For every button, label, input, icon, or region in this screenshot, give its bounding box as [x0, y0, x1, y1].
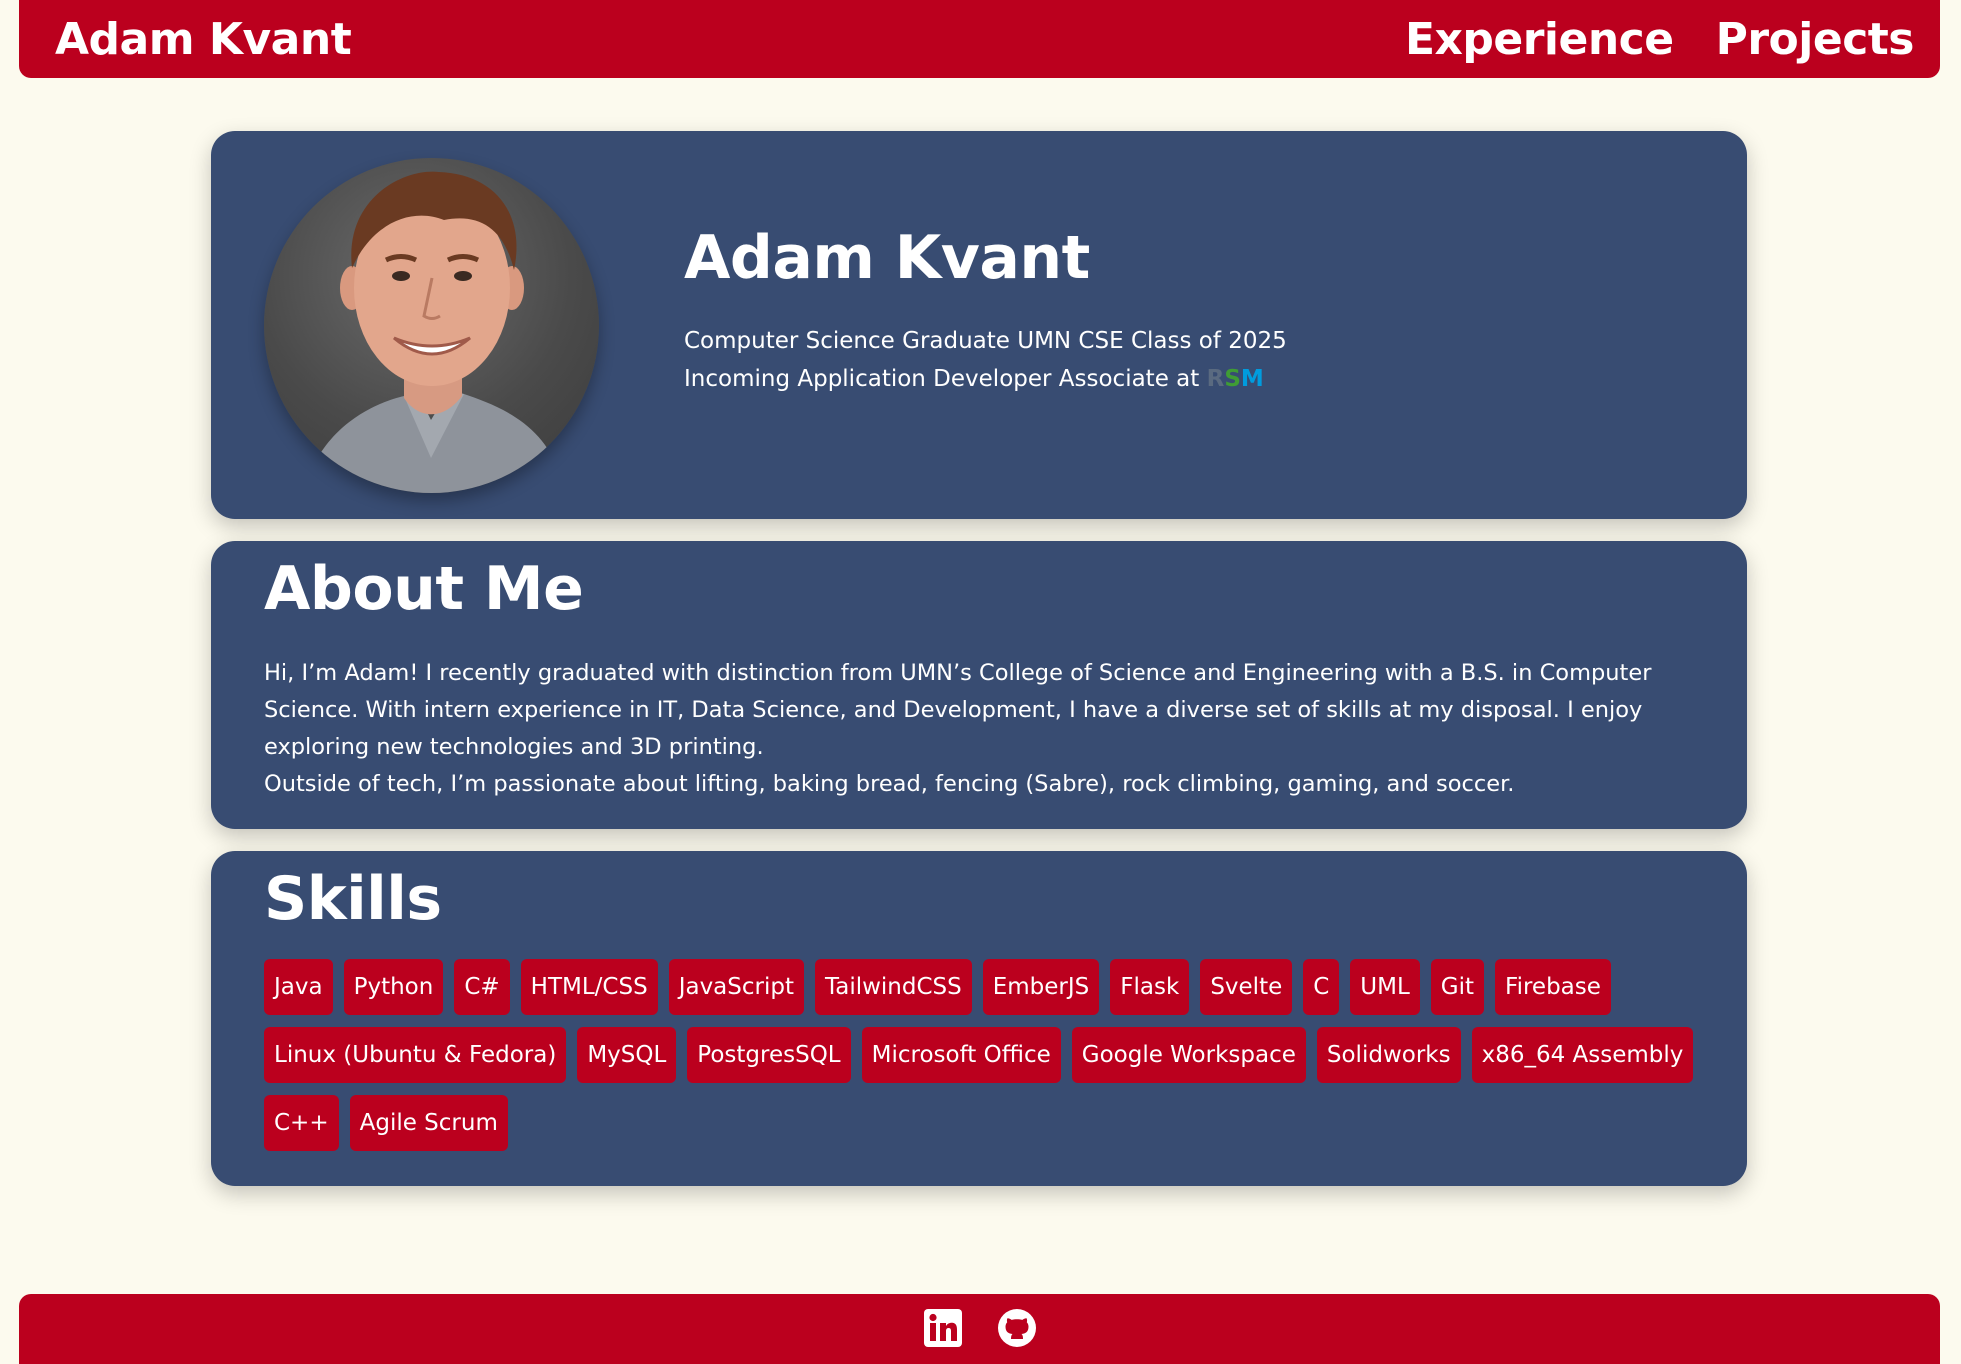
skill-tag: Solidworks	[1316, 1027, 1461, 1083]
nav-link-projects[interactable]: Projects	[1716, 14, 1915, 65]
hero-card: Adam Kvant Computer Science Graduate UMN…	[211, 131, 1747, 519]
main-nav: Experience Projects	[1405, 14, 1915, 65]
skill-tag: Firebase	[1495, 959, 1611, 1015]
about-paragraph-1: Hi, I’m Adam! I recently graduated with …	[264, 660, 1652, 760]
skill-tag: PostgresSQL	[687, 1027, 851, 1083]
skills-card: Skills Java Python C# HTML/CSS JavaScrip…	[211, 851, 1747, 1186]
profile-photo	[264, 158, 599, 493]
rsm-logo-s: S	[1224, 366, 1241, 392]
site-brand[interactable]: Adam Kvant	[55, 14, 352, 65]
footer-bar	[19, 1294, 1940, 1364]
skill-tag: Microsoft Office	[861, 1027, 1061, 1083]
skills-title: Skills	[264, 864, 442, 934]
skill-tag: Python	[343, 959, 444, 1015]
skill-tag: Java	[264, 959, 333, 1015]
skill-tag: C++	[264, 1095, 339, 1151]
skills-tag-list: Java Python C# HTML/CSS JavaScript Tailw…	[264, 959, 1704, 1151]
skill-tag: C	[1303, 959, 1340, 1015]
skill-tag: Git	[1430, 959, 1485, 1015]
top-navbar: Adam Kvant Experience Projects	[19, 0, 1940, 78]
nav-link-experience[interactable]: Experience	[1405, 14, 1674, 65]
skill-tag: EmberJS	[982, 959, 1100, 1015]
skill-tag: Google Workspace	[1071, 1027, 1306, 1083]
rsm-logo-m: M	[1240, 366, 1264, 392]
github-link[interactable]	[997, 1308, 1037, 1348]
hero-name: Adam Kvant	[684, 223, 1090, 293]
about-title: About Me	[264, 554, 584, 624]
hero-text: Adam Kvant Computer Science Graduate UMN…	[684, 228, 1287, 398]
skill-tag: Agile Scrum	[349, 1095, 508, 1151]
skill-tag: JavaScript	[668, 959, 804, 1015]
skill-tag: HTML/CSS	[520, 959, 658, 1015]
skill-tag: x86_64 Assembly	[1471, 1027, 1694, 1083]
skill-tag: C#	[454, 959, 510, 1015]
hero-job-text: Incoming Application Developer Associate…	[684, 366, 1207, 392]
rsm-logo: RSM	[1207, 366, 1264, 392]
skill-tag: Svelte	[1200, 959, 1293, 1015]
hero-degree-line: Computer Science Graduate UMN CSE Class …	[684, 328, 1287, 354]
skill-tag: Linux (Ubuntu & Fedora)	[264, 1027, 567, 1083]
skill-tag: TailwindCSS	[814, 959, 972, 1015]
hero-job-line: Incoming Application Developer Associate…	[684, 360, 1287, 398]
github-icon	[997, 1309, 1036, 1347]
skill-tag: MySQL	[577, 1027, 677, 1083]
about-card: About Me Hi, I’m Adam! I recently gradua…	[211, 541, 1747, 829]
about-paragraph-2: Outside of tech, I’m passionate about li…	[264, 771, 1515, 797]
about-body: Hi, I’m Adam! I recently graduated with …	[264, 655, 1695, 803]
linkedin-icon	[923, 1309, 962, 1347]
linkedin-link[interactable]	[923, 1308, 963, 1348]
profile-photo-illustration	[304, 171, 564, 493]
skill-tag: Flask	[1110, 959, 1190, 1015]
skill-tag: UML	[1350, 959, 1420, 1015]
rsm-logo-r: R	[1206, 366, 1225, 392]
